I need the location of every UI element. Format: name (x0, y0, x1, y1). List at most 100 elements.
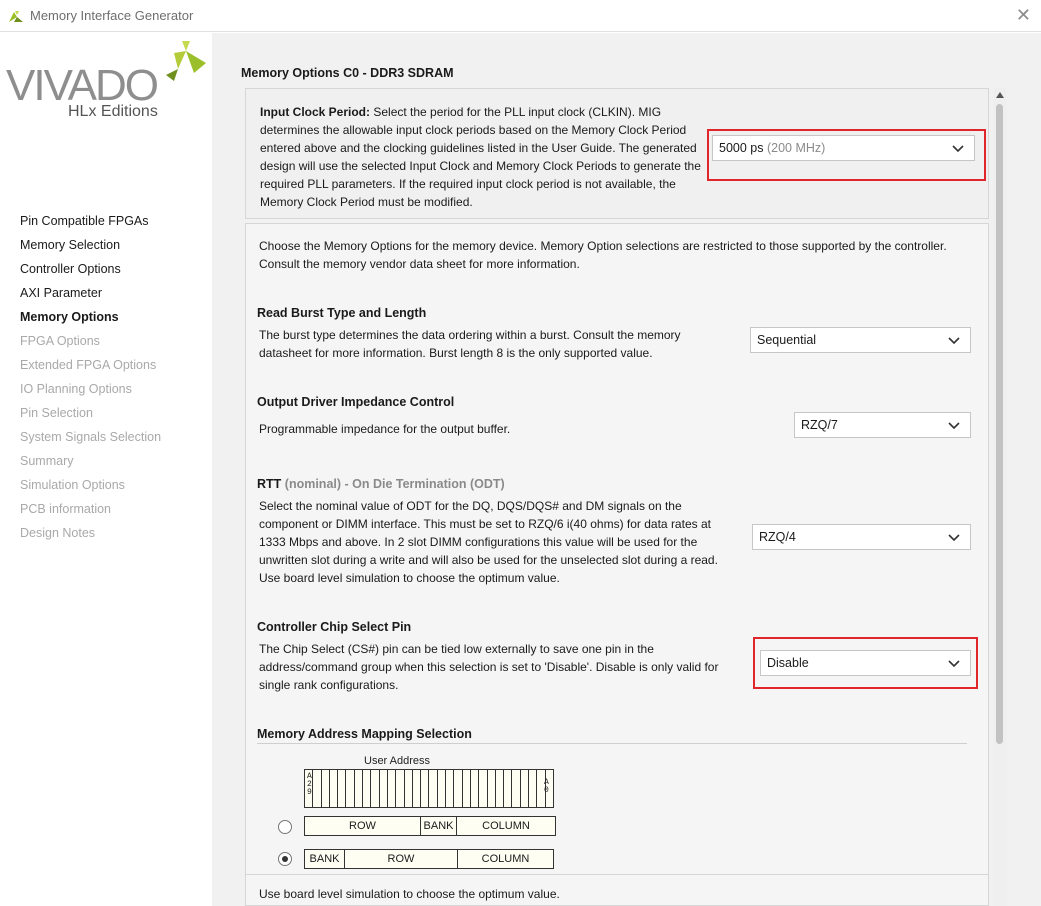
address-bit-cell (446, 770, 455, 807)
nav-item-simulation-options: Simulation Options (20, 478, 125, 492)
nav-item-io-planning-options: IO Planning Options (20, 382, 132, 396)
main-panel: Memory Options C0 - DDR3 SDRAM Input Clo… (212, 33, 1041, 906)
mapping-option-1-radio[interactable] (278, 820, 292, 834)
mapping-option-2-radio[interactable] (278, 852, 292, 866)
burst-description: The burst type determines the data order… (259, 328, 681, 360)
chevron-down-icon (948, 337, 960, 345)
input-clock-label: Input Clock Period: (260, 105, 371, 119)
vivado-logo: VIVADO HLx Editions (4, 37, 210, 127)
burst-select[interactable]: Sequential (750, 327, 971, 353)
rtt-title: RTT (nominal) - On Die Termination (ODT) (257, 477, 505, 491)
address-bit-cell (388, 770, 397, 807)
address-bit-cell (413, 770, 422, 807)
address-bit-cell (371, 770, 380, 807)
footer-note: Use board level simulation to choose the… (259, 887, 560, 901)
nav-item-fpga-options: FPGA Options (20, 334, 100, 348)
rtt-select[interactable]: RZQ/4 (752, 524, 971, 550)
address-bit-cell (479, 770, 488, 807)
nav-item-memory-selection[interactable]: Memory Selection (20, 237, 161, 261)
mapping-segment: BANK (421, 817, 457, 835)
mapping-title: Memory Address Mapping Selection (257, 727, 472, 741)
memory-options-panel: Choose the Memory Options for the memory… (245, 223, 989, 906)
odi-select[interactable]: RZQ/7 (794, 412, 971, 438)
mapping-segment: ROW (345, 850, 458, 868)
nav-item-extended-fpga-options: Extended FPGA Options (20, 358, 157, 372)
msb-label: A29 (307, 772, 312, 797)
mapping-segment: COLUMN (482, 820, 530, 832)
nav-item-memory-options[interactable]: Memory Options (20, 309, 161, 333)
close-icon[interactable]: ✕ (1016, 5, 1031, 26)
rtt-title-main: RTT (257, 477, 282, 491)
address-bit-cell (355, 770, 364, 807)
address-bit-cell (521, 770, 530, 807)
burst-title: Read Burst Type and Length (257, 306, 427, 320)
rtt-title-suffix: (nominal) - On Die Termination (ODT) (281, 477, 505, 491)
vivado-logo-mark (166, 41, 206, 81)
address-bit-cell (346, 770, 355, 807)
nav-item-pin-compatible-fpgas[interactable]: Pin Compatible FPGAs (20, 213, 161, 237)
nav-item-axi-parameter[interactable]: AXI Parameter (20, 285, 161, 309)
vivado-app-icon (9, 11, 23, 22)
wizard-nav: Pin Compatible FPGAs Memory Selection Cont… (20, 213, 161, 549)
address-bit-cell (496, 770, 505, 807)
address-bit-cell (363, 770, 372, 807)
cs-description: The Chip Select (CS#) pin can be tied lo… (259, 642, 719, 692)
input-clock-description: Input Clock Period: Select the period fo… (260, 103, 706, 211)
cs-highlight (753, 637, 978, 689)
page-title: Memory Options C0 - DDR3 SDRAM (241, 66, 454, 80)
address-bit-cell (313, 770, 322, 807)
address-bit-cell (322, 770, 330, 807)
address-bit-cell (421, 770, 430, 807)
scrollbar[interactable] (993, 88, 1007, 906)
chevron-down-icon (948, 534, 960, 542)
rtt-description: Select the nominal value of ODT for the … (259, 499, 718, 585)
chevron-down-icon (948, 422, 960, 430)
mapping-option-1[interactable]: ROW BANK COLUMN (304, 816, 556, 836)
nav-item-design-notes: Design Notes (20, 526, 96, 540)
address-bit-cell (405, 770, 413, 807)
input-clock-highlight (707, 129, 986, 181)
address-bit-cell (438, 770, 447, 807)
address-bit-cell (504, 770, 513, 807)
user-address-label: User Address (364, 755, 431, 767)
footer-divider (246, 874, 988, 875)
intro-text: Choose the Memory Options for the memory… (259, 239, 947, 271)
odi-value: RZQ/7 (801, 418, 838, 432)
scroll-up-icon[interactable] (996, 90, 1004, 100)
nav-item-pin-selection: Pin Selection (20, 406, 93, 420)
address-bit-cell (529, 770, 538, 807)
address-bit-cell (471, 770, 480, 807)
title-bar: Memory Interface Generator ✕ (0, 0, 1041, 32)
burst-value: Sequential (757, 333, 817, 347)
mapping-option-2[interactable]: BANK ROW COLUMN (304, 849, 554, 869)
input-clock-text: Select the period for the PLL input cloc… (260, 105, 701, 209)
user-address-bar (304, 769, 554, 808)
rtt-value: RZQ/4 (759, 530, 796, 544)
nav-item-controller-options[interactable]: Controller Options (20, 261, 161, 285)
mapping-segment: COLUMN (481, 853, 530, 865)
mapping-divider (257, 743, 967, 744)
sidebar: VIVADO HLx Editions Pin Compatible FPGAs… (0, 33, 212, 906)
address-bit-cell (429, 770, 438, 807)
scrollbar-thumb[interactable] (996, 104, 1003, 744)
address-bit-cell (396, 770, 405, 807)
address-bit-cell (454, 770, 463, 807)
address-bit-cell (380, 770, 388, 807)
address-bit-cell (488, 770, 496, 807)
nav-item-summary: Summary (20, 454, 74, 468)
logo-edition: HLx Editions (68, 103, 158, 120)
address-bit-cell (330, 770, 339, 807)
input-clock-panel: Input Clock Period: Select the period fo… (245, 88, 989, 219)
window-title: Memory Interface Generator (30, 8, 194, 23)
mapping-segment: ROW (305, 817, 421, 835)
odi-description: Programmable impedance for the output bu… (259, 422, 511, 436)
address-bit-cell (512, 770, 521, 807)
address-bit-cell (463, 770, 471, 807)
odi-title: Output Driver Impedance Control (257, 395, 455, 409)
nav-item-system-signals-selection: System Signals Selection (20, 430, 162, 444)
cs-title: Controller Chip Select Pin (257, 620, 412, 634)
nav-item-pcb-information: PCB information (20, 502, 112, 516)
lsb-label: A0 (544, 778, 549, 795)
address-bit-cell (338, 770, 347, 807)
mapping-segment: BANK (305, 850, 345, 868)
